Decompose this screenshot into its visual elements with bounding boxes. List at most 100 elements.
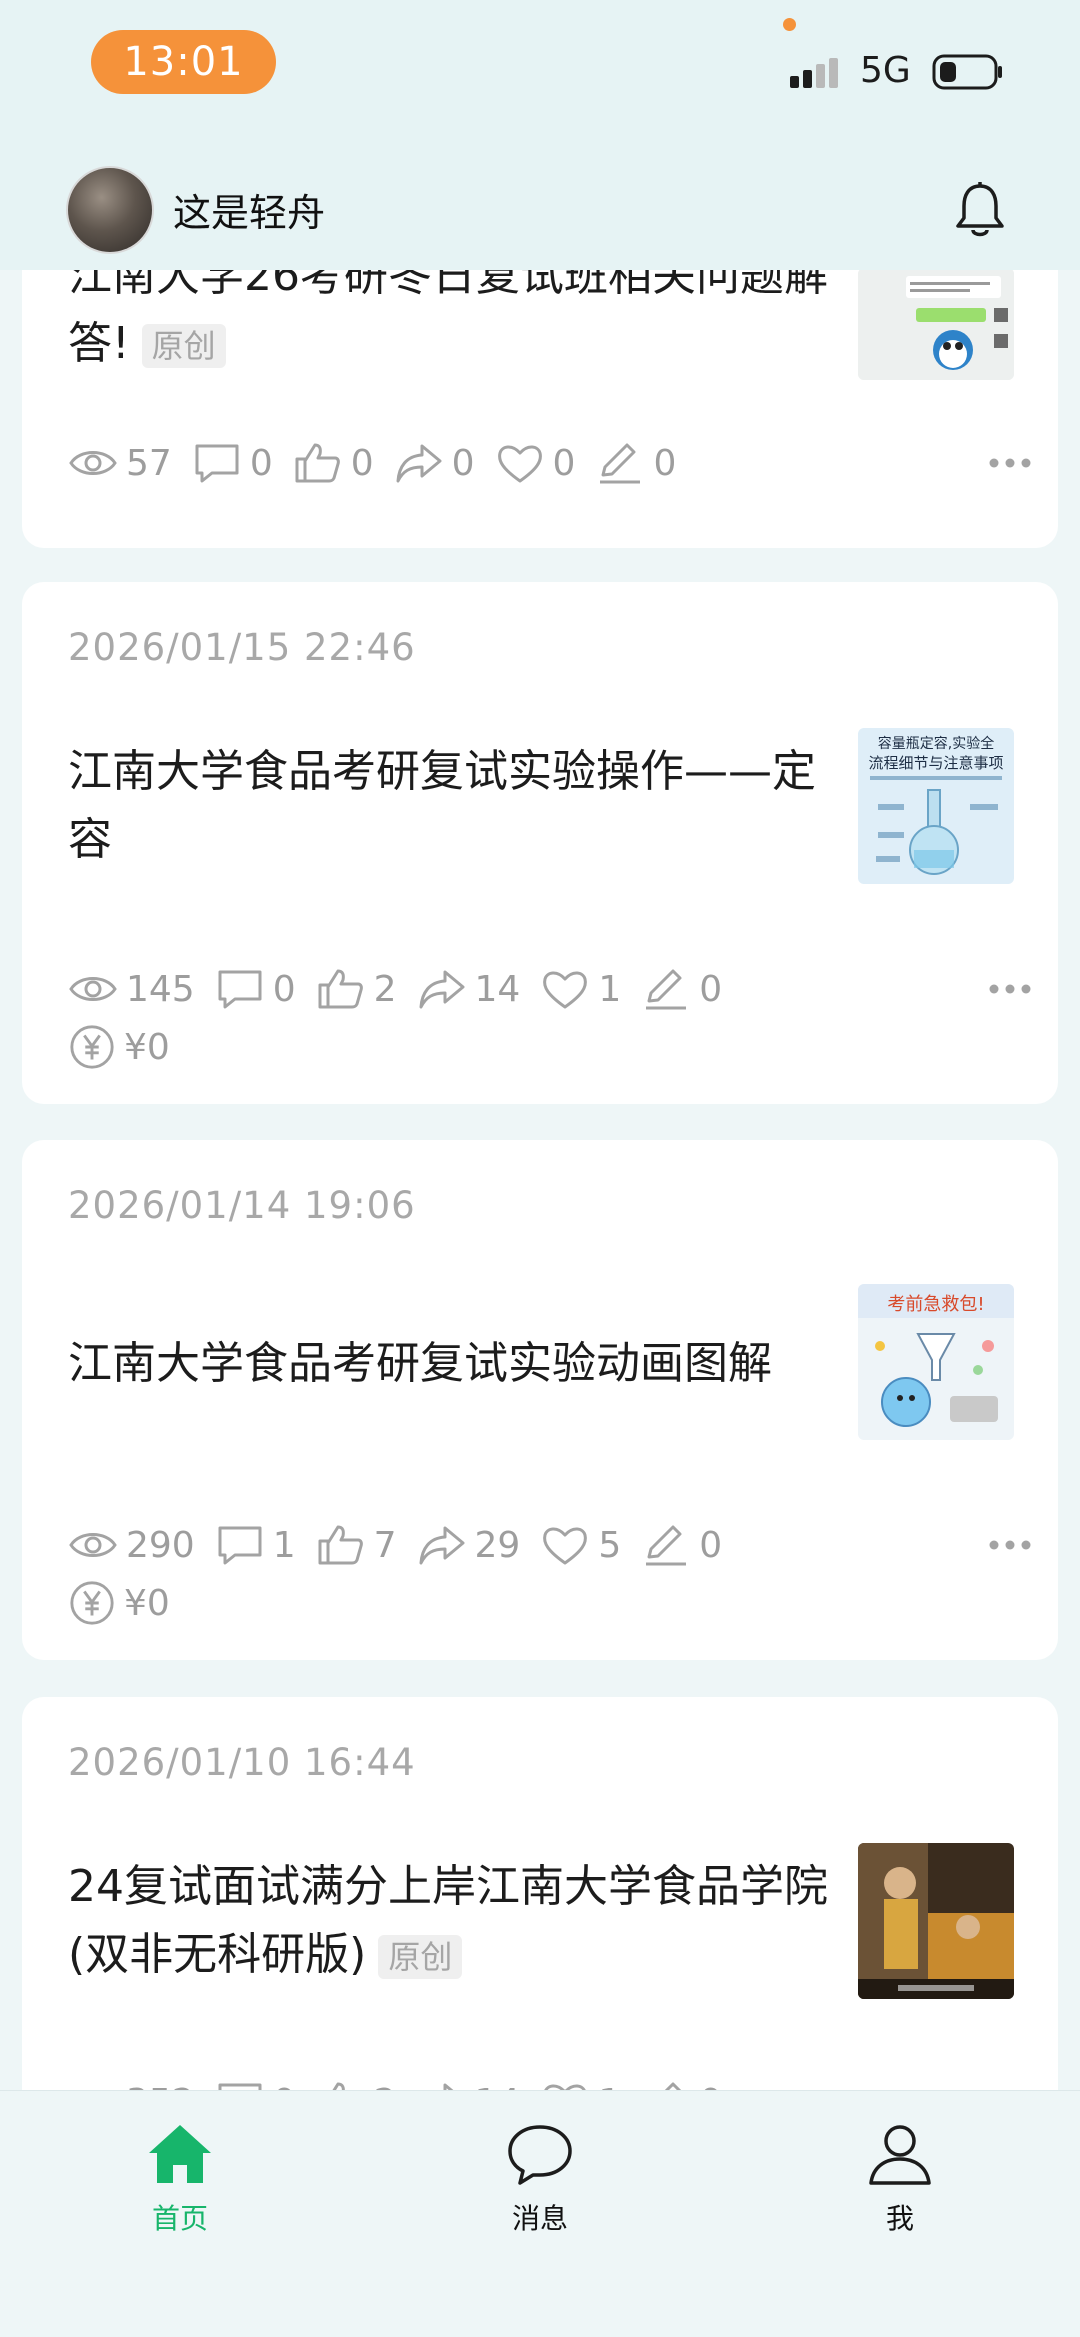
heart-icon (495, 441, 545, 485)
cellular-signal-icon (790, 58, 838, 88)
original-tag: 原创 (378, 1935, 463, 1979)
view-count: 352 (68, 2080, 195, 2091)
nav-home-label: 首页 (151, 2202, 208, 2235)
profile-header: 这是轻舟 (0, 130, 1080, 270)
share-count[interactable]: 14 (417, 967, 520, 1011)
thumbs-up-icon (316, 1523, 366, 1567)
like-count[interactable]: 0 (293, 441, 374, 485)
edit-count[interactable]: 0 (595, 441, 676, 485)
more-options-icon[interactable] (988, 983, 1032, 995)
comment-icon (215, 2080, 265, 2090)
nav-me[interactable]: 我 (820, 2121, 980, 2237)
person-icon (869, 2125, 931, 2185)
eye-icon (68, 2080, 118, 2090)
edit-count[interactable]: 0 (641, 2080, 722, 2090)
article-date: 2026/01/15 22:46 (68, 626, 416, 669)
article-thumbnail[interactable]: 考前急救包! (858, 1284, 1014, 1440)
earnings-row: ¥0 (68, 1020, 190, 1074)
article-date: 2026/01/10 16:44 (68, 1741, 416, 1784)
favorite-count[interactable]: 0 (495, 441, 575, 485)
favorite-count[interactable]: 1 (540, 2080, 621, 2090)
thumbs-up-icon (293, 441, 343, 485)
app-screen: 江南大学26考研冬日复试班相关问题解答! 原创 57 0 0 0 0 0 202… (0, 0, 1080, 2337)
thumbs-up-icon (316, 2080, 366, 2090)
share-icon (417, 967, 467, 1011)
eye-icon (68, 967, 118, 1011)
favorite-count[interactable]: 5 (540, 1523, 621, 1567)
earnings-amount: ¥0 (68, 1023, 170, 1071)
article-stats: 352 0 2 14 1 0 (68, 2077, 742, 2090)
share-icon (417, 1523, 467, 1567)
heart-icon (540, 1523, 590, 1567)
avatar[interactable] (66, 166, 154, 254)
bell-icon[interactable] (952, 180, 1008, 240)
comment-count[interactable]: 0 (192, 441, 273, 485)
article-card[interactable]: 2026/01/10 16:44 24复试面试满分上岸江南大学食品学院(双非无科… (22, 1697, 1058, 2090)
article-title-text: 江南大学食品考研复试实验动画图解 (68, 1338, 772, 1389)
article-title[interactable]: 江南大学食品考研复试实验操作——定容 (68, 738, 828, 874)
article-thumbnail[interactable] (858, 1843, 1014, 1999)
view-count: 145 (68, 967, 195, 1011)
article-thumbnail[interactable] (858, 268, 1014, 380)
edit-count[interactable]: 0 (641, 1523, 722, 1567)
share-count[interactable]: 0 (394, 441, 475, 485)
article-stats: 290 1 7 29 5 0 (68, 1520, 742, 1570)
chat-bubble-icon (508, 2125, 572, 2185)
more-options-icon[interactable] (988, 1539, 1032, 1551)
view-count: 290 (68, 1523, 195, 1567)
article-card[interactable]: 2026/01/15 22:46 江南大学食品考研复试实验操作——定容 容量瓶定… (22, 582, 1058, 1104)
favorite-count[interactable]: 1 (540, 967, 621, 1011)
nav-me-label: 我 (885, 2202, 914, 2235)
eye-icon (68, 1523, 118, 1567)
share-count[interactable]: 29 (417, 1523, 520, 1567)
comment-icon (192, 441, 242, 485)
pen-icon (595, 441, 645, 485)
yuan-coin-icon (68, 1579, 116, 1627)
nav-messages[interactable]: 消息 (460, 2121, 620, 2237)
article-stats: 145 0 2 14 1 0 (68, 964, 742, 1014)
earnings-row: ¥0 (68, 1576, 190, 1630)
like-count[interactable]: 7 (316, 1523, 397, 1567)
home-icon (149, 2125, 211, 2183)
comment-count[interactable]: 0 (215, 2080, 296, 2090)
thumbnail-caption: 容量瓶定容,实验全 (878, 735, 994, 752)
thumbnail-caption: 流程细节与注意事项 (868, 754, 1003, 772)
view-count: 57 (68, 441, 172, 485)
like-count[interactable]: 2 (316, 967, 397, 1011)
comment-icon (215, 967, 265, 1011)
like-count[interactable]: 2 (316, 2080, 397, 2090)
recording-indicator-dot (783, 18, 796, 31)
article-title-text: 江南大学食品考研复试实验操作——定容 (68, 746, 816, 865)
share-count[interactable]: 14 (417, 2080, 520, 2090)
share-icon (417, 2080, 467, 2090)
article-title[interactable]: 24复试面试满分上岸江南大学食品学院(双非无科研版) 原创 (68, 1853, 828, 1989)
comment-count[interactable]: 1 (215, 1523, 296, 1567)
status-bar: 13:01 5G (0, 0, 1080, 130)
clock-time: 13:01 (91, 30, 276, 94)
edit-count[interactable]: 0 (641, 967, 722, 1011)
article-card[interactable]: 2026/01/14 19:06 江南大学食品考研复试实验动画图解 考前急救包! (22, 1140, 1058, 1660)
comment-count[interactable]: 0 (215, 967, 296, 1011)
network-type: 5G (860, 50, 911, 91)
comment-icon (215, 1523, 265, 1567)
thumbnail-caption: 考前急救包! (887, 1294, 984, 1315)
battery-icon (932, 54, 1002, 90)
eye-icon (68, 441, 118, 485)
heart-icon (540, 2080, 590, 2090)
article-feed[interactable]: 江南大学26考研冬日复试班相关问题解答! 原创 57 0 0 0 0 0 202… (0, 0, 1080, 2090)
pen-icon (641, 2080, 691, 2090)
nav-messages-label: 消息 (511, 2202, 568, 2235)
more-options-icon[interactable] (988, 457, 1032, 469)
earnings-amount: ¥0 (68, 1579, 170, 1627)
pen-icon (641, 967, 691, 1011)
yuan-coin-icon (68, 1023, 116, 1071)
article-date: 2026/01/14 19:06 (68, 1184, 416, 1227)
username[interactable]: 这是轻舟 (173, 182, 325, 237)
article-title[interactable]: 江南大学食品考研复试实验动画图解 (68, 1330, 828, 1398)
nav-home[interactable]: 首页 (100, 2121, 260, 2237)
pen-icon (641, 1523, 691, 1567)
article-stats: 57 0 0 0 0 0 (68, 438, 696, 488)
article-thumbnail[interactable]: 容量瓶定容,实验全 流程细节与注意事项 (858, 728, 1014, 884)
share-icon (394, 441, 444, 485)
heart-icon (540, 967, 590, 1011)
